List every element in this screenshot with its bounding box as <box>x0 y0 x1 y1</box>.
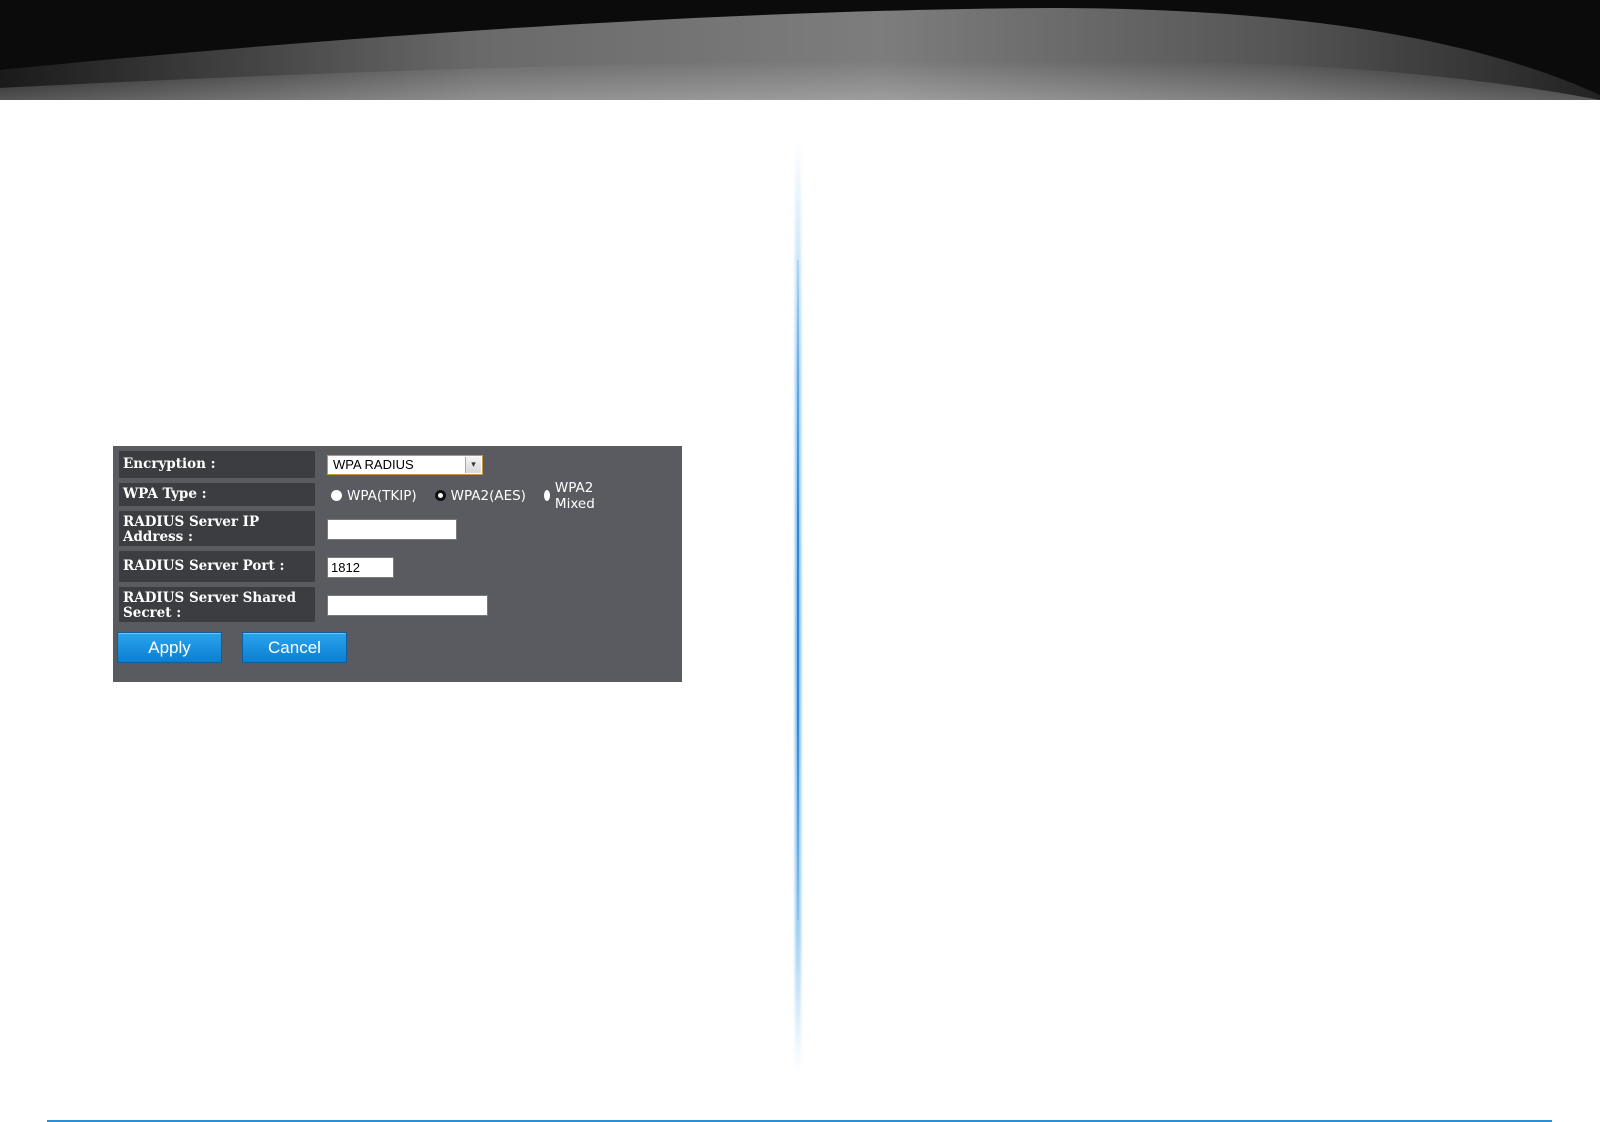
radius-port-label: RADIUS Server Port : <box>119 551 315 582</box>
wpa-type-option-mixed[interactable]: WPA2 Mixed <box>543 479 600 512</box>
radius-ip-label: RADIUS Server IP Address : <box>119 511 315 546</box>
wireless-security-panel: Encryption : WPA RADIUS ▾ WPA Type : WPA… <box>113 446 682 682</box>
radius-ip-input[interactable] <box>327 518 457 540</box>
radius-secret-label: RADIUS Server Shared Secret : <box>119 587 315 622</box>
radio-unchecked-icon[interactable] <box>331 490 342 501</box>
header-banner <box>0 0 1600 100</box>
radio-checked-icon[interactable] <box>434 490 446 501</box>
apply-button[interactable]: Apply <box>117 632 222 663</box>
encryption-label: Encryption : <box>119 451 315 478</box>
encryption-select-value: WPA RADIUS <box>333 457 414 472</box>
encryption-select[interactable]: WPA RADIUS ▾ <box>327 454 483 475</box>
wpa-type-option-label: WPA2 Mixed <box>554 479 595 512</box>
banner-swoosh <box>0 0 1600 100</box>
radius-port-input[interactable]: 1812 <box>327 556 394 578</box>
radio-unchecked-icon[interactable] <box>543 490 550 501</box>
wpa-type-option-aes[interactable]: WPA2(AES) <box>434 487 526 504</box>
wpa-type-option-tkip[interactable]: WPA(TKIP) <box>331 488 417 504</box>
cancel-button[interactable]: Cancel <box>242 632 347 663</box>
wpa-type-label: WPA Type : <box>119 483 315 506</box>
wpa-type-radio-group: WPA(TKIP) WPA2(AES) WPA2 Mixed <box>331 480 618 512</box>
column-divider-core <box>797 260 799 920</box>
wpa-type-option-label: WPA2(AES) <box>450 487 526 504</box>
wpa-type-option-label: WPA(TKIP) <box>347 487 417 504</box>
radius-secret-input[interactable] <box>327 594 488 616</box>
chevron-down-icon[interactable]: ▾ <box>465 456 481 473</box>
